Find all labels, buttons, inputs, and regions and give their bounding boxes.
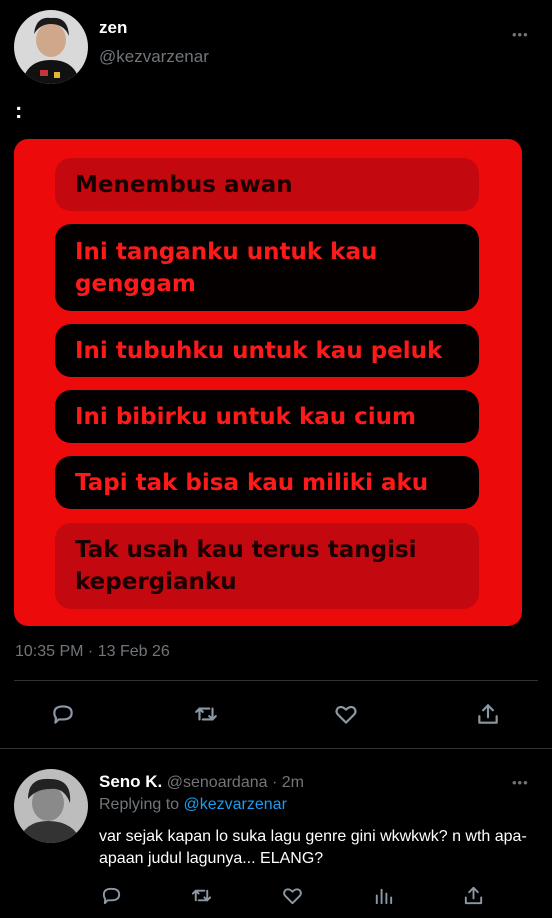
like-icon[interactable] bbox=[333, 701, 359, 732]
replying-to-label: Replying to bbox=[99, 796, 180, 813]
retweet-icon[interactable] bbox=[190, 884, 213, 912]
avatar[interactable] bbox=[14, 10, 88, 84]
replying-to: Replying to @kezvarzenar bbox=[99, 796, 287, 814]
divider bbox=[14, 680, 538, 681]
more-options-icon[interactable]: ••• bbox=[512, 28, 529, 41]
lyric-line-2: Ini tanganku untuk kau genggam bbox=[55, 224, 479, 311]
tweet-timestamp[interactable]: 10:35 PM · 13 Feb 26 bbox=[15, 643, 170, 661]
lyric-line-3: Ini tubuhku untuk kau peluk bbox=[55, 324, 479, 377]
reply-header: Seno K. @senoardana · 2m bbox=[99, 772, 304, 792]
lyric-line-6: Tak usah kau terus tangisi kepergianku bbox=[55, 523, 479, 609]
lyric-line-1: Menembus awan bbox=[55, 158, 479, 211]
avatar[interactable] bbox=[14, 769, 88, 843]
lyric-line-4: Ini bibirku untuk kau cium bbox=[55, 390, 479, 443]
tweet-text: : bbox=[15, 98, 23, 123]
reply-handle[interactable]: @senoardana bbox=[167, 774, 268, 791]
stats-icon[interactable] bbox=[372, 884, 395, 912]
reply-time[interactable]: · 2m bbox=[272, 774, 304, 791]
more-options-icon[interactable]: ••• bbox=[512, 776, 529, 789]
share-icon[interactable] bbox=[475, 701, 501, 732]
display-name[interactable]: zen bbox=[99, 18, 127, 38]
lyrics-image[interactable]: Menembus awan Ini tanganku untuk kau gen… bbox=[14, 139, 522, 626]
comment-icon[interactable] bbox=[50, 701, 76, 732]
like-icon[interactable] bbox=[281, 884, 304, 912]
comment-icon[interactable] bbox=[100, 884, 123, 912]
retweet-icon[interactable] bbox=[193, 701, 219, 732]
replying-to-link[interactable]: @kezvarzenar bbox=[184, 796, 287, 813]
reply-text: var sejak kapan lo suka lagu genre gini … bbox=[99, 828, 527, 867]
handle[interactable]: @kezvarzenar bbox=[99, 47, 209, 67]
share-icon[interactable] bbox=[462, 884, 485, 912]
divider bbox=[0, 748, 552, 749]
lyric-line-5: Tapi tak bisa kau miliki aku bbox=[55, 456, 479, 509]
reply-display-name[interactable]: Seno K. bbox=[99, 772, 162, 791]
